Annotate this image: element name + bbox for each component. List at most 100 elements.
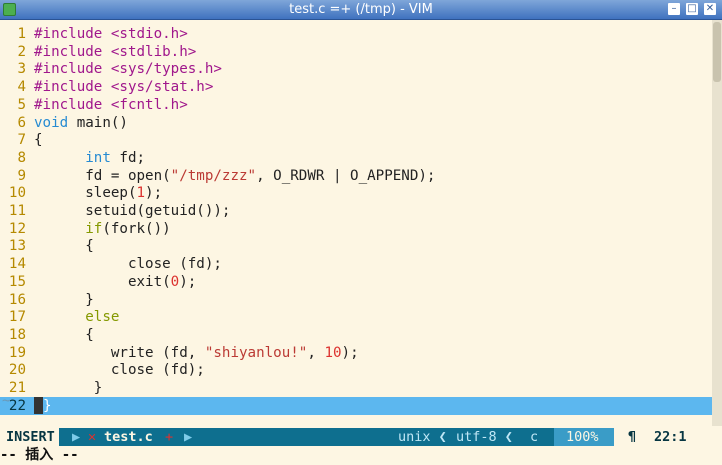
code-line[interactable]: 5 #include <fcntl.h>	[0, 96, 712, 114]
line-number: 6	[17, 114, 26, 131]
code-line[interactable]: 14 close (fd);	[0, 255, 712, 273]
line-number: 16	[8, 291, 26, 308]
line-code: #include <stdio.h>	[34, 25, 188, 43]
line-number: 14	[8, 256, 26, 273]
code-token: close (fd);	[34, 256, 222, 273]
line-number: 20	[8, 362, 26, 379]
line-number: 4	[17, 79, 26, 96]
code-token: 1	[136, 185, 146, 202]
code-line[interactable]: 3 #include <sys/types.h>	[0, 60, 712, 78]
text-cursor	[34, 396, 43, 414]
line-code: fd = open("/tmp/zzz", O_RDWR | O_APPEND)…	[34, 167, 435, 185]
code-line[interactable]: 11 setuid(getuid());	[0, 202, 712, 220]
line-number: 17	[8, 309, 26, 326]
code-token: if	[85, 220, 103, 237]
code-token: );	[341, 344, 359, 361]
line-number: 10	[8, 185, 26, 202]
code-line[interactable]: 21 }	[0, 379, 712, 397]
maximize-button[interactable]: □	[686, 3, 698, 15]
line-number: 19	[8, 344, 26, 361]
close-button[interactable]: ✕	[704, 3, 716, 15]
line-code: write (fd, "shiyanlou!", 10);	[34, 344, 359, 362]
code-token: {	[34, 132, 43, 149]
line-code: #include <fcntl.h>	[34, 96, 188, 114]
code-line[interactable]: 4 #include <sys/stat.h>	[0, 78, 712, 96]
code-token: else	[85, 309, 120, 326]
code-line[interactable]: 12 if(fork())	[0, 220, 712, 238]
code-token: }	[34, 291, 94, 308]
code-line[interactable]: 10 sleep(1);	[0, 184, 712, 202]
line-code: setuid(getuid());	[34, 202, 230, 220]
line-number: 15	[8, 273, 26, 290]
code-token: int	[85, 149, 111, 166]
code-token: fd;	[110, 149, 146, 166]
minimize-button[interactable]: –	[668, 3, 680, 15]
code-line[interactable]: 20 close (fd);	[0, 361, 712, 379]
line-code: #include <stdlib.h>	[34, 43, 196, 61]
code-token: "shiyanlou!"	[204, 344, 308, 361]
code-line[interactable]: 6 void main()	[0, 114, 712, 132]
code-line[interactable]: 13 {	[0, 237, 712, 255]
code-token: <sys/stat.h>	[110, 79, 214, 96]
modified-flag: +	[165, 429, 174, 445]
code-token: <sys/types.h>	[110, 61, 222, 78]
current-line[interactable]: 22}	[0, 396, 712, 415]
editor-buffer[interactable]: 1 #include <stdio.h> 2 #include <stdlib.h> 3…	[0, 20, 712, 426]
code-token: );	[179, 273, 197, 290]
code-line[interactable]: 15 exit(0);	[0, 273, 712, 291]
code-token: #include	[34, 61, 111, 78]
code-token: #include	[34, 79, 111, 96]
line-code: #include <sys/types.h>	[34, 60, 222, 78]
line-number: 9	[17, 167, 26, 184]
code-line[interactable]: 19 write (fd, "shiyanlou!", 10);	[0, 344, 712, 362]
line-code: sleep(1);	[34, 184, 162, 202]
line-code: {	[34, 326, 94, 344]
line-code: else	[34, 308, 119, 326]
line-number: 12	[8, 220, 26, 237]
empty-line-tilde: ~	[2, 393, 11, 409]
code-token: }	[43, 397, 52, 414]
code-token: (fork())	[102, 220, 171, 237]
line-code: close (fd);	[34, 361, 205, 379]
status-fileformat: unix ❮	[398, 429, 447, 445]
code-token: "/tmp/zzz"	[170, 167, 257, 184]
line-code: {	[34, 131, 43, 149]
separator-arrow-icon: ▶	[72, 429, 81, 445]
code-token: #include	[34, 96, 111, 113]
code-token: {	[34, 238, 94, 255]
code-line[interactable]: 17 else	[0, 308, 712, 326]
vertical-scrollbar[interactable]	[712, 20, 722, 426]
code-line[interactable]: 8 int fd;	[0, 149, 712, 167]
line-number: 13	[8, 238, 26, 255]
scrollbar-thumb[interactable]	[713, 22, 721, 82]
code-token: exit(	[34, 273, 171, 290]
code-line[interactable]: 18 {	[0, 326, 712, 344]
status-line: INSERT ▶ ✕ test.c + ▶ unix ❮ utf-8 ❮ c 1…	[0, 428, 712, 446]
code-token: main()	[68, 114, 128, 131]
code-token: <stdlib.h>	[110, 43, 197, 60]
line-code: void main()	[34, 114, 128, 132]
code-line[interactable]: 1 #include <stdio.h>	[0, 25, 712, 43]
status-position-segment: ¶ 22:1	[614, 428, 712, 446]
line-code: #include <sys/stat.h>	[34, 78, 213, 96]
code-line[interactable]: 2 #include <stdlib.h>	[0, 43, 712, 61]
line-code: }	[34, 396, 52, 415]
line-number: 18	[8, 326, 26, 343]
cursor-position: 22:1	[654, 429, 687, 445]
line-number: 1	[17, 26, 26, 42]
code-line[interactable]: 16 }	[0, 291, 712, 309]
code-token: }	[34, 380, 103, 396]
code-token: <stdio.h>	[110, 26, 188, 42]
window-titlebar[interactable]: test.c =+ (/tmp) - VIM – □ ✕	[0, 0, 722, 20]
code-line[interactable]: 7{	[0, 131, 712, 149]
code-token: setuid(getuid());	[34, 203, 231, 219]
code-token: );	[145, 185, 163, 202]
status-percent: 100%	[554, 428, 614, 446]
code-line[interactable]: 9 fd = open("/tmp/zzz", O_RDWR | O_APPEN…	[0, 167, 712, 185]
line-code: int fd;	[34, 149, 145, 167]
line-number: 2	[17, 43, 26, 60]
code-token: write (fd,	[34, 344, 205, 361]
